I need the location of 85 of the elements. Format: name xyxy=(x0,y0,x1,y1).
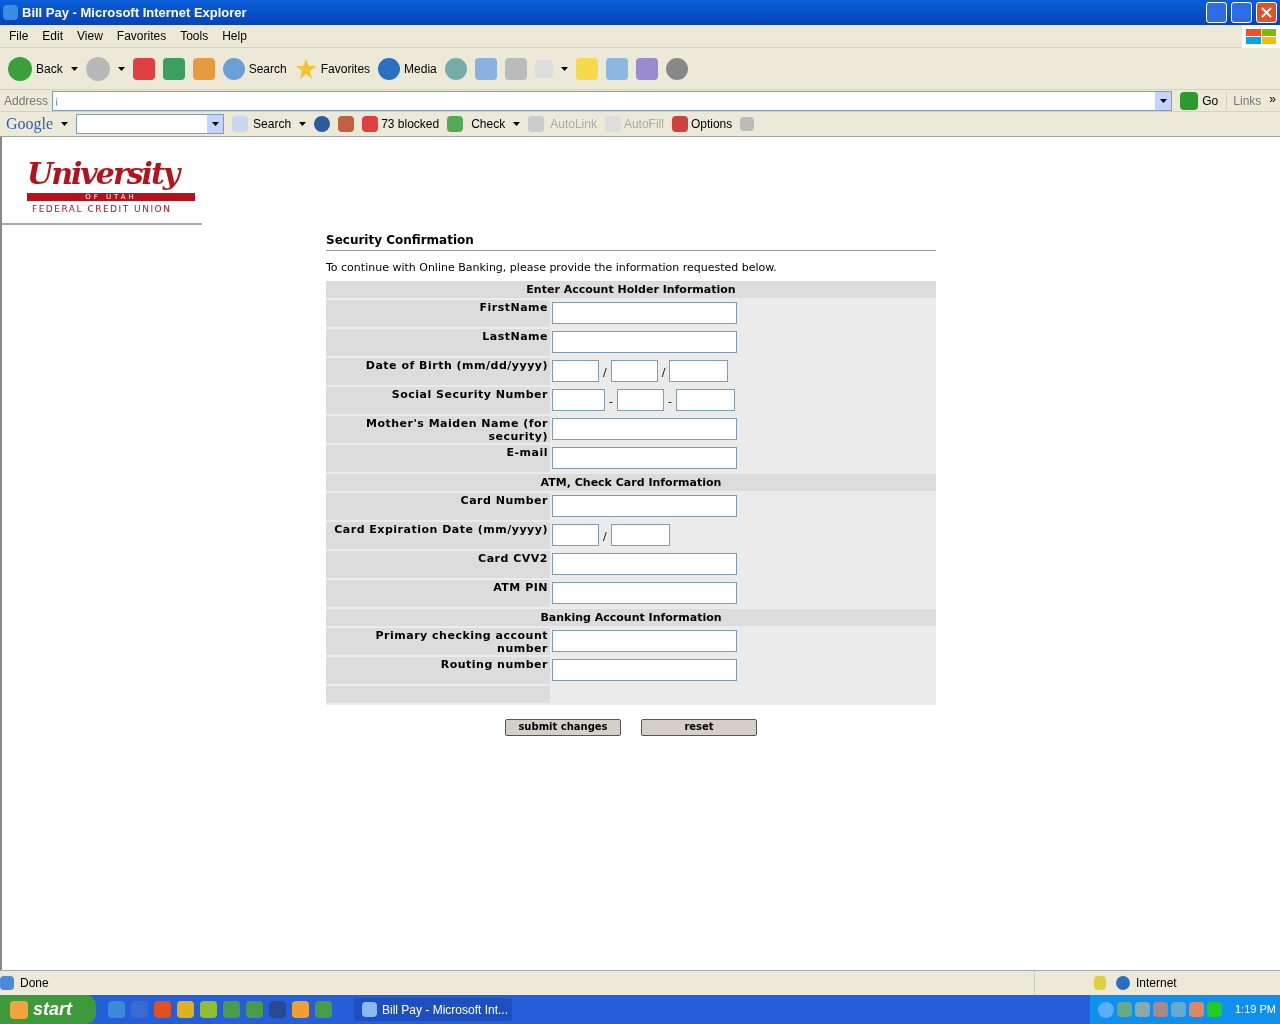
section-header: Enter Account Holder Information xyxy=(326,280,936,298)
text-input[interactable] xyxy=(552,388,605,411)
form-button[interactable]: submit changes xyxy=(505,718,621,736)
google-search-button[interactable]: Search xyxy=(232,115,292,133)
section-header: Banking Account Information xyxy=(326,608,936,626)
restore-button[interactable] xyxy=(1231,2,1252,23)
favorites-button[interactable]: Favorites xyxy=(294,57,371,80)
caret-icon[interactable] xyxy=(211,122,219,126)
dropdown-button[interactable] xyxy=(1155,91,1172,110)
google-search-field[interactable] xyxy=(76,114,225,134)
caret-icon[interactable] xyxy=(1159,98,1167,103)
status-text: Done xyxy=(19,975,50,992)
caret-icon[interactable] xyxy=(560,66,568,71)
text-input[interactable] xyxy=(675,388,735,411)
field-label: Date of Birth (mm/dd/yyyy) xyxy=(326,357,550,385)
section-header: ATM, Check Card Information xyxy=(326,473,936,491)
form-button[interactable]: reset xyxy=(641,718,757,736)
go-button[interactable]: Go xyxy=(1176,91,1223,110)
options-button[interactable]: Options xyxy=(671,115,733,133)
close-button[interactable] xyxy=(1256,2,1277,23)
text-input[interactable] xyxy=(552,494,737,517)
media-button[interactable]: Media xyxy=(378,57,437,80)
separator-text: / xyxy=(602,365,608,381)
menu-item[interactable]: Tools xyxy=(173,27,216,45)
text-input[interactable] xyxy=(552,359,599,382)
spell-check-button[interactable]: Check xyxy=(447,115,506,133)
star-icon xyxy=(294,57,317,80)
text-input[interactable] xyxy=(552,658,737,681)
window-title: Bill Pay - Microsoft Internet Explorer xyxy=(22,3,248,22)
field-label: Routing number xyxy=(326,656,550,684)
popup-blocker-button[interactable]: 73 blocked xyxy=(362,115,440,133)
caret-icon[interactable] xyxy=(61,122,69,126)
logo-wordmark: University xyxy=(27,155,182,193)
intro-text: To continue with Online Banking, please provide the information requested below. xyxy=(326,260,778,276)
zone-text: Internet xyxy=(1135,975,1178,992)
caret-icon[interactable] xyxy=(299,122,307,126)
text-input[interactable] xyxy=(617,388,664,411)
text-input[interactable] xyxy=(669,359,729,382)
text-input[interactable] xyxy=(552,581,737,604)
field-label: LastName xyxy=(326,328,550,356)
caret-icon[interactable] xyxy=(513,122,521,126)
text-input[interactable] xyxy=(552,552,737,575)
field-label: Card CVV2 xyxy=(326,550,550,578)
menu-item[interactable]: View xyxy=(70,27,110,45)
text-input[interactable] xyxy=(552,417,737,440)
field-label: FirstName xyxy=(326,299,550,327)
field-label: ATM PIN xyxy=(326,579,550,607)
address-label: Address xyxy=(4,92,49,110)
text-input[interactable] xyxy=(552,523,599,546)
minimize-button[interactable] xyxy=(1206,2,1227,23)
text-input[interactable] xyxy=(610,523,670,546)
chevron-text[interactable]: » xyxy=(1269,90,1280,108)
text-input[interactable] xyxy=(552,629,737,652)
text-input[interactable] xyxy=(552,330,737,353)
separator-text: / xyxy=(602,529,608,545)
field-label: Social Security Number xyxy=(326,386,550,414)
field-label: Card Number xyxy=(326,492,550,520)
logo-tagline: FEDERAL CREDIT UNION xyxy=(31,203,172,216)
menu-item[interactable]: Help xyxy=(215,27,254,45)
menu-item[interactable]: Edit xyxy=(35,27,71,45)
links-label[interactable]: Links xyxy=(1226,91,1266,110)
close-icon xyxy=(1261,7,1272,18)
taskbar-window-button[interactable]: Bill Pay - Microsoft Int... xyxy=(354,998,512,1021)
dropdown-button[interactable] xyxy=(207,115,224,133)
google-logo[interactable]: Google xyxy=(6,112,54,136)
menu-item[interactable]: File xyxy=(2,27,36,45)
field-label: Primary checking account number xyxy=(326,627,550,655)
text-input[interactable] xyxy=(552,446,737,469)
search-button[interactable]: Search xyxy=(222,57,287,80)
menu-item[interactable]: Favorites xyxy=(109,27,174,45)
separator-text: - xyxy=(667,394,673,410)
separator-text: - xyxy=(608,394,614,410)
field-label: E-mail xyxy=(326,444,550,472)
caret-icon[interactable] xyxy=(117,66,125,71)
text-input[interactable] xyxy=(610,359,658,382)
separator-text: / xyxy=(660,365,667,381)
start-button[interactable]: start xyxy=(0,995,96,1024)
text-input[interactable] xyxy=(552,301,737,324)
clock-text: 1:19 PM xyxy=(1234,1002,1276,1018)
section-heading: Security Confirmation xyxy=(326,231,936,251)
field-label: Card Expiration Date (mm/yyyy) xyxy=(326,521,550,549)
back-button[interactable]: Back xyxy=(8,56,63,81)
field-label: Mother's Maiden Name (for security) xyxy=(326,415,550,443)
caret-icon[interactable] xyxy=(70,66,78,71)
address-field[interactable]: ¡ xyxy=(52,90,1173,111)
